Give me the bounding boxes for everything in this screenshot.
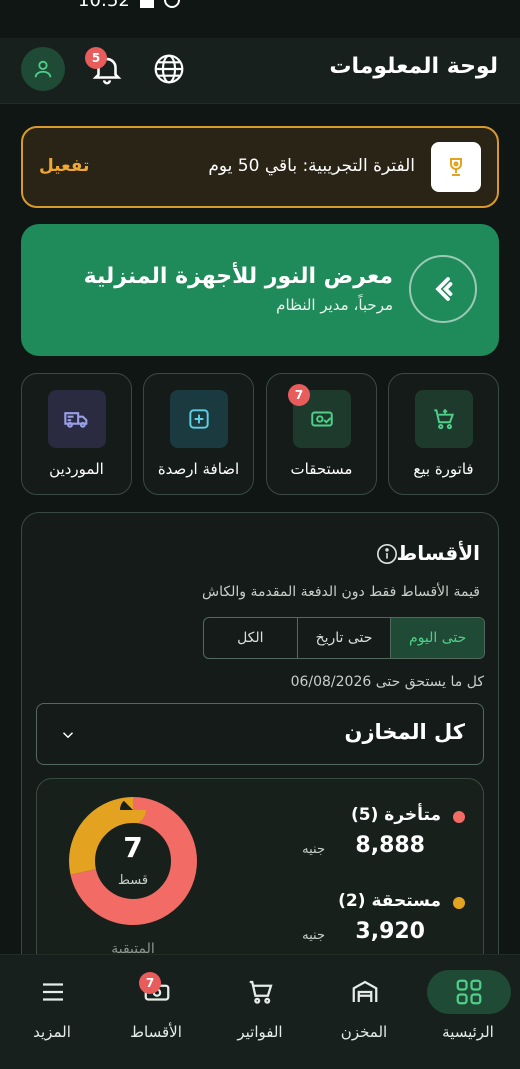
plus-square-icon [189, 409, 209, 429]
due-date-text: كل ما يستحق حتى 06/08/2026 [290, 674, 484, 690]
trial-text: الفترة التجريبية: باقي 50 يوم [208, 156, 415, 176]
due-label: مستحقة (2) [338, 891, 441, 911]
store-logo [409, 255, 477, 323]
page-title: لوحة المعلومات [329, 54, 498, 79]
status-bar: 10:52 [0, 0, 520, 14]
profile-button[interactable] [21, 47, 65, 91]
notification-square-icon [140, 0, 154, 8]
overdue-label: متأخرة (5) [350, 805, 441, 825]
action-label: فاتورة بيع [413, 460, 474, 478]
section-description: قيمة الأقساط فقط دون الدفعة المقدمة والك… [202, 584, 480, 600]
overdue-amount: 8,888 [355, 833, 425, 858]
grid-icon [456, 979, 482, 1005]
filter-segmented-control: الكل حتى تاريخ حتى اليوم [203, 617, 485, 659]
globe-icon[interactable] [153, 53, 185, 85]
nav-warehouse[interactable]: المخزن [312, 955, 416, 1069]
suppliers-button[interactable]: الموردين [21, 373, 132, 495]
action-icon-box [415, 390, 473, 448]
warehouse-dropdown[interactable]: كل المخازن [36, 703, 484, 765]
trophy-badge [431, 142, 481, 192]
signal-battery-icon [436, 0, 484, 6]
dues-badge: 7 [288, 384, 310, 406]
nav-pill [219, 970, 303, 1014]
nav-label: المخزن [340, 1023, 388, 1041]
filter-until-today[interactable]: حتى اليوم [391, 618, 484, 658]
nav-pill [427, 970, 511, 1014]
overdue-stat: متأخرة (5) 8,888 جنيه [265, 805, 465, 865]
sales-invoice-button[interactable]: فاتورة بيع [388, 373, 499, 495]
action-label: مستحقات [290, 460, 353, 478]
installments-summary: 7 قسط المتبقية متأخرة (5) 8,888 جنيه مست… [36, 778, 484, 978]
status-time: 10:52 [78, 0, 130, 11]
welcome-text: مرحباً، مدير النظام [276, 296, 393, 314]
nav-label: الرئيسية [442, 1023, 494, 1041]
cart-icon [249, 980, 273, 1004]
nav-label: الأقساط [130, 1023, 182, 1041]
installments-card: الأقساط قيمة الأقساط فقط دون الدفعة المق… [21, 512, 499, 978]
due-stat: مستحقة (2) 3,920 جنيه [265, 891, 465, 951]
donut-total: 7 [123, 831, 143, 864]
nav-label: الفواتير [237, 1023, 283, 1041]
dropdown-value: كل المخازن [344, 720, 465, 744]
nav-more[interactable]: المزيد [0, 955, 104, 1069]
action-icon-box [48, 390, 106, 448]
nav-installments[interactable]: 7 الأقساط [104, 955, 208, 1069]
store-name: معرض النور للأجهزة المنزلية [83, 264, 393, 289]
trophy-icon [450, 158, 462, 176]
cart-plus-icon [434, 409, 455, 430]
action-label: اضافة ارصدة [157, 460, 240, 478]
chevron-down-icon [62, 732, 74, 739]
dues-button[interactable]: 7 مستحقات [266, 373, 377, 495]
action-label: الموردين [49, 460, 104, 478]
notification-badge: 5 [85, 47, 107, 69]
filter-until-date[interactable]: حتى تاريخ [298, 618, 392, 658]
store-card: معرض النور للأجهزة المنزلية مرحباً، مدير… [21, 224, 499, 356]
trial-banner: الفترة التجريبية: باقي 50 يوم تفعيل [21, 126, 499, 208]
activate-button[interactable]: تفعيل [39, 156, 89, 176]
donut-unit: قسط [117, 873, 149, 888]
user-icon [34, 60, 52, 78]
nav-invoices[interactable]: الفواتير [208, 955, 312, 1069]
filter-all[interactable]: الكل [204, 618, 298, 658]
overdue-dot [453, 811, 465, 823]
due-currency: جنيه [302, 928, 325, 943]
quick-actions: فاتورة بيع 7 مستحقات اضافة ارصدة الموردي… [21, 373, 499, 495]
nav-pill [11, 970, 95, 1014]
chevron-logo-icon [435, 277, 453, 301]
nav-pill [323, 970, 407, 1014]
warehouse-icon [352, 980, 378, 1002]
menu-icon [43, 983, 63, 1001]
truck-icon [64, 412, 88, 428]
status-circle-icon [164, 0, 180, 8]
add-balance-button[interactable]: اضافة ارصدة [143, 373, 254, 495]
nav-home[interactable]: الرئيسية [416, 955, 520, 1069]
action-icon-box [170, 390, 228, 448]
section-title: الأقساط [396, 541, 480, 565]
due-dot [453, 897, 465, 909]
overdue-currency: جنيه [302, 842, 325, 857]
bottom-navigation: الرئيسية المخزن الفواتير 7 الأقساط المزي… [0, 954, 520, 1069]
due-amount: 3,920 [355, 919, 425, 944]
nav-installments-badge: 7 [139, 972, 161, 994]
nav-label: المزيد [33, 1023, 71, 1041]
money-check-icon [311, 411, 333, 427]
info-icon[interactable] [376, 543, 398, 565]
app-header: لوحة المعلومات 5 [0, 38, 520, 104]
